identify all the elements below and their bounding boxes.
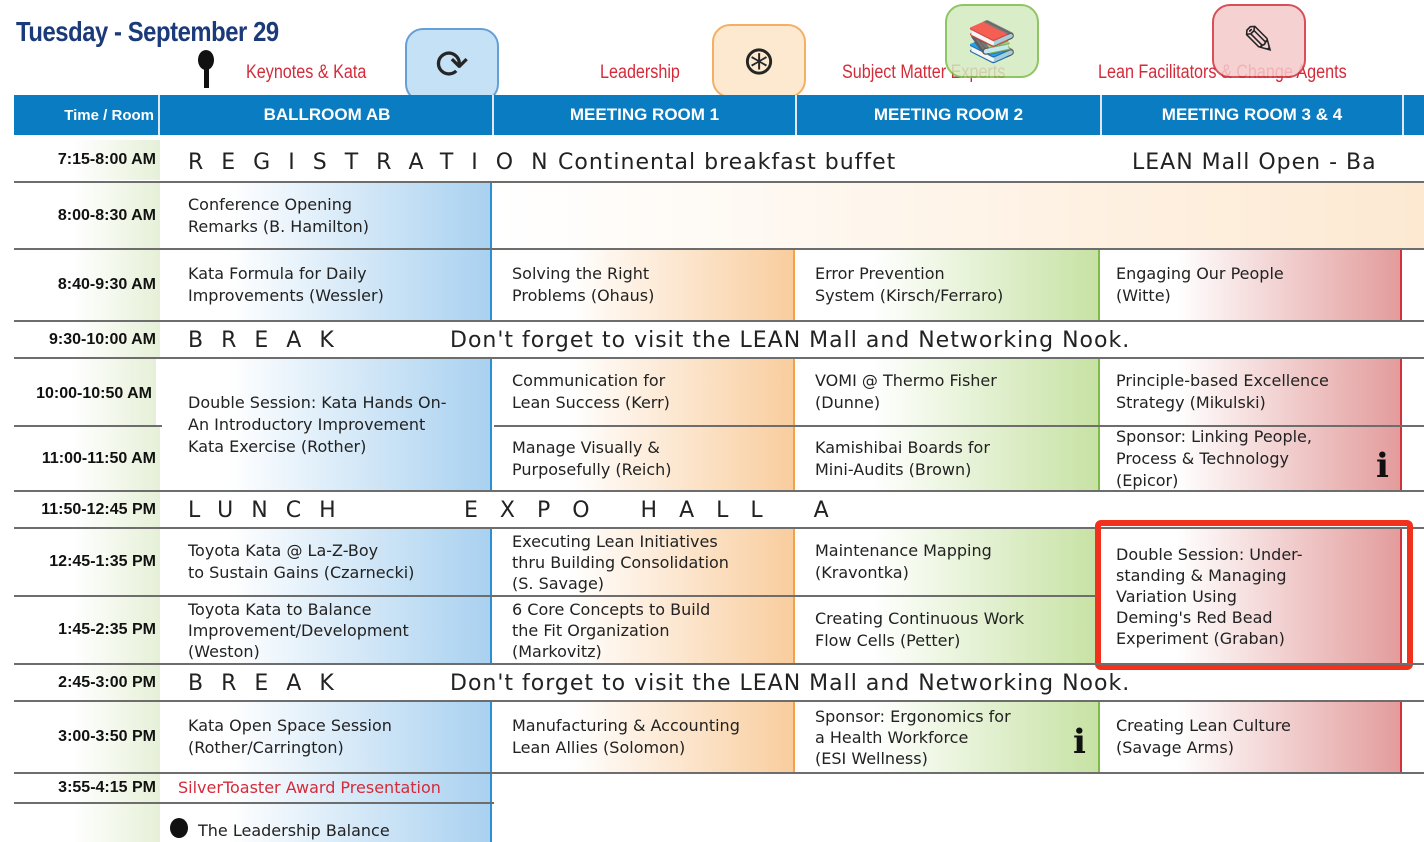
- break-note: Don't forget to visit the LEAN Mall and …: [450, 670, 1131, 696]
- time-slot: 3:55-4:15 PM: [14, 774, 160, 802]
- session-engaging-our-people[interactable]: Engaging Our People (Witte): [1102, 250, 1402, 320]
- session-sponsor-esi-wellness[interactable]: Sponsor: Ergonomics for a Health Workfor…: [797, 702, 1100, 772]
- session-vomi-thermo-fisher[interactable]: VOMI @ Thermo Fisher (Dunne): [797, 359, 1100, 425]
- lunch-location: EXPO HALL A: [464, 497, 851, 523]
- header-meeting-room-1: MEETING ROOM 1: [494, 95, 797, 135]
- session-maintenance-mapping[interactable]: Maintenance Mapping (Kravontka): [797, 529, 1100, 595]
- track-leadership: Leadership: [600, 62, 680, 83]
- time-slot: 9:30-10:00 AM: [14, 322, 160, 357]
- pencil-icon: ✎: [1212, 4, 1306, 78]
- session-leadership-balance[interactable]: The Leadership Balance: [162, 804, 492, 842]
- session-sponsor-epicor[interactable]: Sponsor: Linking People, Process & Techn…: [1102, 427, 1402, 490]
- session-error-prevention[interactable]: Error Prevention System (Kirsch/Ferraro): [797, 250, 1100, 320]
- session-manufacturing-accounting[interactable]: Manufacturing & Accounting Lean Allies (…: [494, 702, 795, 772]
- time-slot: 12:45-1:35 PM: [14, 529, 160, 595]
- registration-label: REGISTRATION: [188, 149, 566, 175]
- highlight-box: [1095, 520, 1413, 670]
- time-slot: 10:00-10:50 AM: [14, 359, 156, 425]
- breakfast-text: Continental breakfast buffet: [558, 149, 897, 175]
- session-continuous-work-flow[interactable]: Creating Continuous Work Flow Cells (Pet…: [797, 597, 1100, 663]
- time-slot: 7:15-8:00 AM: [14, 140, 160, 180]
- time-slot: 11:00-11:50 AM: [14, 427, 160, 490]
- key-icon: [170, 818, 188, 838]
- steering-wheel-icon: ⊛: [712, 24, 806, 98]
- key-shaft: [204, 66, 209, 88]
- session-principle-based-excellence[interactable]: Principle-based Excellence Strategy (Mik…: [1102, 359, 1402, 425]
- break-label: BREAK: [188, 670, 352, 696]
- session-silvertoaster-award[interactable]: SilverToaster Award Presentation: [162, 774, 492, 802]
- lean-mall-text: LEAN Mall Open - Ba: [1132, 149, 1377, 175]
- session-creating-lean-culture[interactable]: Creating Lean Culture (Savage Arms): [1102, 702, 1402, 772]
- time-slot: 3:00-3:50 PM: [14, 702, 160, 772]
- info-icon[interactable]: i: [1073, 722, 1086, 762]
- time-slot-empty: [14, 804, 160, 842]
- break-label: BREAK: [188, 327, 352, 353]
- session-kata-open-space[interactable]: Kata Open Space Session (Rother/Carringt…: [162, 702, 492, 772]
- time-slot: 1:45-2:35 PM: [14, 597, 160, 663]
- row-divider: [14, 425, 162, 427]
- session-toyota-kata-balance[interactable]: Toyota Kata to Balance Improvement/Devel…: [162, 597, 492, 663]
- header-meeting-room-3-4: MEETING ROOM 3 & 4: [1102, 95, 1404, 135]
- header-meeting-room-2: MEETING ROOM 2: [797, 95, 1102, 135]
- time-slot: 2:45-3:00 PM: [14, 665, 160, 700]
- session-communication-lean-success[interactable]: Communication for Lean Success (Kerr): [494, 359, 795, 425]
- track-keynotes-kata: Keynotes & Kata: [246, 62, 367, 83]
- session-executing-lean-initiatives[interactable]: Executing Lean Initiatives thru Building…: [494, 529, 795, 595]
- header-time-room: Time / Room: [14, 95, 160, 135]
- lunch-label: LUNCH: [188, 497, 354, 523]
- session-kata-formula[interactable]: Kata Formula for Daily Improvements (Wes…: [162, 250, 492, 320]
- time-slot: 11:50-12:45 PM: [14, 492, 160, 527]
- opening-filler: [494, 183, 1424, 249]
- info-icon[interactable]: i: [1376, 446, 1389, 486]
- time-slot: 8:00-8:30 AM: [14, 183, 160, 248]
- break-note: Don't forget to visit the LEAN Mall and …: [450, 327, 1131, 353]
- cycle-puzzle-icon: ⟳: [405, 28, 499, 102]
- page-title: Tuesday - September 29: [16, 16, 279, 47]
- session-6-core-concepts[interactable]: 6 Core Concepts to Build the Fit Organiz…: [494, 597, 795, 663]
- session-toyota-kata-la-z-boy[interactable]: Toyota Kata @ La-Z-Boy to Sustain Gains …: [162, 529, 492, 595]
- session-kata-hands-on[interactable]: Double Session: Kata Hands On- An Introd…: [162, 359, 492, 490]
- session-kamishibai-boards[interactable]: Kamishibai Boards for Mini-Audits (Brown…: [797, 427, 1100, 490]
- books-icon: 📚: [945, 4, 1039, 78]
- session-solving-right-problems[interactable]: Solving the Right Problems (Ohaus): [494, 250, 795, 320]
- session-conference-opening[interactable]: Conference Opening Remarks (B. Hamilton): [162, 183, 492, 249]
- session-manage-visually[interactable]: Manage Visually & Purposefully (Reich): [494, 427, 795, 490]
- header-ballroom-ab: BALLROOM AB: [162, 95, 494, 135]
- time-slot: 8:40-9:30 AM: [14, 250, 160, 320]
